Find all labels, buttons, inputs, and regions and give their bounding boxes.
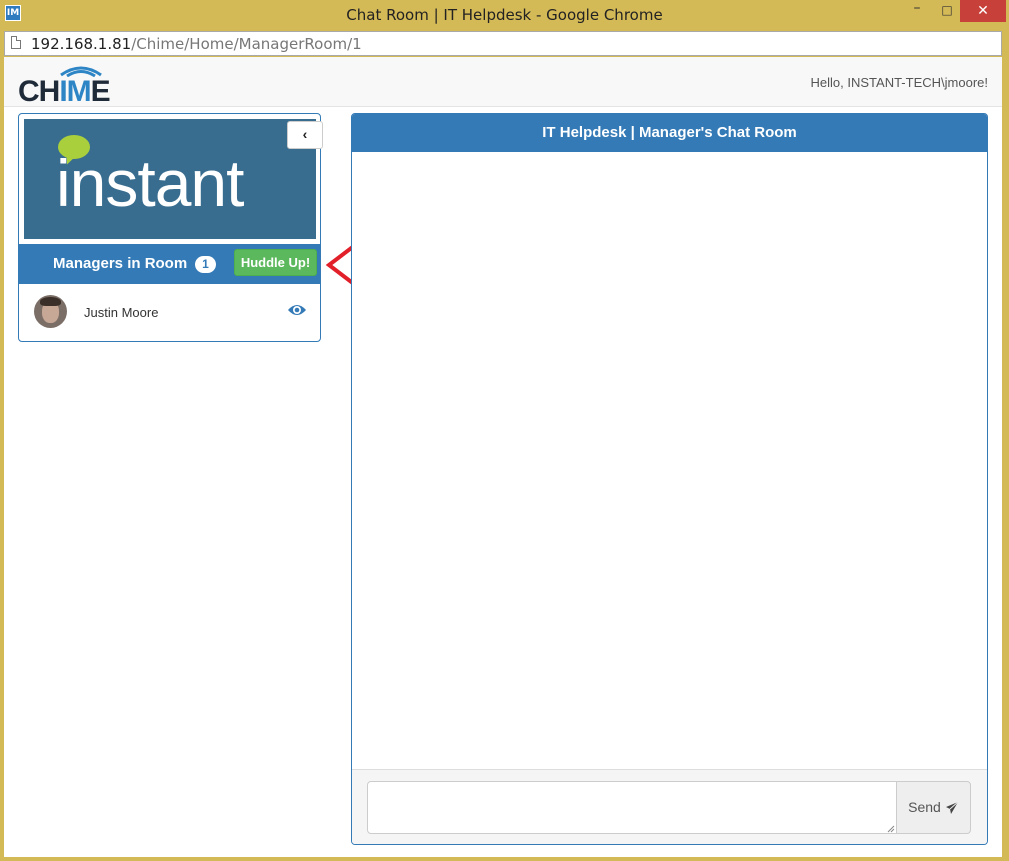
chevron-left-icon: ‹ bbox=[302, 126, 308, 142]
resize-grip-icon[interactable] bbox=[887, 825, 895, 833]
url-text[interactable]: 192.168.1.81/Chime/Home/ManagerRoom/1 bbox=[31, 35, 362, 53]
huddle-up-button[interactable]: Huddle Up! bbox=[234, 249, 317, 276]
list-item[interactable]: Justin Moore bbox=[19, 285, 320, 341]
manager-name: Justin Moore bbox=[84, 305, 159, 320]
avatar bbox=[34, 295, 67, 328]
page-icon bbox=[11, 36, 21, 49]
send-button[interactable]: Send bbox=[896, 781, 971, 834]
window-titlebar: IM Chat Room | IT Helpdesk - Google Chro… bbox=[0, 0, 1009, 30]
chime-logo[interactable]: CHIME bbox=[18, 61, 118, 108]
chat-messages-area[interactable] bbox=[352, 152, 987, 769]
user-greeting: Hello, INSTANT-TECH\jmoore! bbox=[810, 75, 988, 90]
managers-panel: instant ‹ Managers in Room 1 Huddle Up! … bbox=[18, 113, 323, 342]
address-bar[interactable]: 192.168.1.81/Chime/Home/ManagerRoom/1 bbox=[4, 31, 1002, 56]
managers-title: Managers in Room bbox=[53, 255, 188, 272]
managers-header: Managers in Room 1 Huddle Up! bbox=[19, 244, 320, 284]
logo-text-im: IM bbox=[59, 75, 91, 108]
paper-plane-icon bbox=[945, 801, 959, 815]
logo-text-e: E bbox=[90, 75, 111, 108]
url-path: /Chime/Home/ManagerRoom/1 bbox=[131, 35, 362, 53]
chat-footer: Send bbox=[352, 769, 987, 844]
logo-text: CHIME bbox=[18, 75, 111, 109]
window-title: Chat Room | IT Helpdesk - Google Chrome bbox=[346, 6, 663, 24]
url-host: 192.168.1.81 bbox=[31, 35, 132, 53]
banner-text: instant bbox=[56, 146, 244, 220]
collapse-sidebar-button[interactable]: ‹ bbox=[287, 121, 323, 149]
message-input[interactable] bbox=[367, 781, 897, 834]
eye-icon[interactable] bbox=[287, 302, 307, 318]
maximize-button[interactable]: □ bbox=[934, 0, 960, 22]
instant-banner: instant ‹ bbox=[24, 119, 323, 239]
avatar-hair bbox=[40, 297, 61, 306]
close-button[interactable]: ✕ bbox=[960, 0, 1006, 22]
chat-panel: IT Helpdesk | Manager's Chat Room Send bbox=[351, 113, 988, 845]
send-label: Send bbox=[908, 799, 941, 815]
navbar: CHIME Hello, INSTANT-TECH\jmoore! bbox=[4, 57, 1002, 108]
chat-title: IT Helpdesk | Manager's Chat Room bbox=[352, 114, 987, 152]
minimize-button[interactable]: – bbox=[900, 0, 934, 22]
logo-text-ch: CH bbox=[18, 75, 60, 108]
managers-count-badge: 1 bbox=[195, 256, 216, 273]
page-viewport: CHIME Hello, INSTANT-TECH\jmoore! instan… bbox=[4, 57, 1002, 857]
